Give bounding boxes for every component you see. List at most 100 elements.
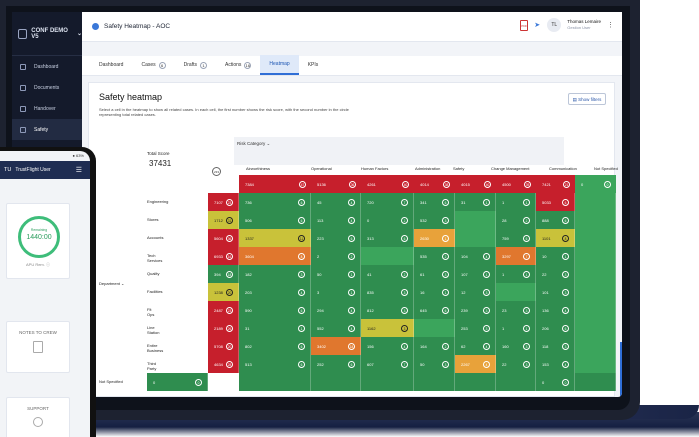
heatmap-cell[interactable]: 10 1	[536, 247, 575, 265]
row-header[interactable]: Facilities	[147, 289, 163, 294]
heatmap-cell[interactable]: 5708 20	[208, 337, 239, 355]
heatmap-cell[interactable]: 31	[311, 283, 361, 301]
tab-actions[interactable]: Actions 16	[216, 55, 260, 75]
column-header[interactable]: Administration	[415, 166, 440, 171]
heatmap-cell[interactable]: 736 6	[239, 193, 311, 211]
heatmap-cell[interactable]: 160 3	[496, 337, 536, 355]
heatmap-cell[interactable]: 31 1	[239, 319, 311, 337]
heatmap-cell[interactable]: 203 4	[239, 283, 311, 301]
heatmap-cell[interactable]: 136 4	[536, 301, 575, 319]
heatmap-cell[interactable]	[575, 283, 616, 301]
heatmap-cell[interactable]: 313 6	[361, 229, 414, 247]
brand[interactable]: CONF DEMO V5 ⌄	[12, 12, 82, 56]
column-header[interactable]: Safety	[453, 166, 464, 171]
row-header[interactable]: Flt Ops	[147, 307, 154, 317]
heatmap-cell[interactable]: 206 6	[536, 319, 575, 337]
heatmap-cell[interactable]: 5033 6	[536, 193, 575, 211]
column-total-cell[interactable]: 4500 39	[496, 175, 536, 193]
column-header[interactable]: Human Factors	[361, 166, 388, 171]
heatmap-cell[interactable]	[361, 373, 414, 391]
heatmap-cell[interactable]: 113 4	[311, 211, 361, 229]
heatmap-cell[interactable]: 182 3	[239, 265, 311, 283]
heatmap-cell[interactable]: 2487 23	[208, 301, 239, 319]
heatmap-cell[interactable]: 156 4	[361, 337, 414, 355]
heatmap-cell[interactable]: 3402 18	[311, 337, 361, 355]
heatmap-cell[interactable]	[575, 337, 616, 355]
row-header[interactable]: Tech Services	[147, 253, 162, 263]
heatmap-cell[interactable]: 3604 8	[239, 247, 311, 265]
heatmap-cell[interactable]: 61 3	[414, 265, 455, 283]
tab-kpis[interactable]: KPIs	[299, 55, 328, 75]
heatmap-cell[interactable]	[575, 319, 616, 337]
heatmap-cell[interactable]: 101 3	[536, 283, 575, 301]
heatmap-cell[interactable]: 239 3	[455, 301, 496, 319]
heatmap-cell[interactable]	[496, 373, 536, 391]
column-header[interactable]: Not Specified	[594, 166, 618, 171]
heatmap-cell[interactable]: 104 4	[455, 247, 496, 265]
sidebar-item-safety[interactable]: Safety	[12, 119, 82, 140]
heatmap-cell[interactable]: 22	[311, 247, 361, 265]
heatmap-cell[interactable]: 31 1	[455, 193, 496, 211]
row-header[interactable]: Third Party	[147, 361, 156, 371]
heatmap-cell[interactable]: 294 4	[311, 301, 361, 319]
tab-drafts[interactable]: Drafts 1	[175, 55, 216, 75]
heatmap-cell[interactable]	[496, 283, 536, 301]
heatmap-cell[interactable]: 02	[361, 211, 414, 229]
heatmap-cell[interactable]: 720 7	[361, 193, 414, 211]
sidebar-item-documents[interactable]: Documents	[12, 77, 82, 98]
heatmap-cell[interactable]: 16 1	[414, 283, 455, 301]
heatmap-cell[interactable]: 11	[496, 265, 536, 283]
heatmap-cell[interactable]	[575, 211, 616, 229]
heatmap-cell[interactable]: 252 6	[311, 355, 361, 373]
column-header[interactable]: Communication	[549, 166, 577, 171]
tab-dashboard[interactable]: Dashboard	[90, 55, 132, 75]
column-total-cell[interactable]: 00	[575, 175, 616, 193]
heatmap-cell[interactable]: 153 4	[536, 355, 575, 373]
heatmap-cell[interactable]	[575, 247, 616, 265]
heatmap-cell[interactable]: 1101 8	[536, 229, 575, 247]
heatmap-cell[interactable]: 835 3	[361, 283, 414, 301]
heatmap-cell[interactable]: 223 6	[311, 229, 361, 247]
row-header[interactable]: Line Station	[147, 325, 159, 335]
heatmap-cell[interactable]: 552 4	[311, 319, 361, 337]
heatmap-cell[interactable]: 7107 23	[208, 193, 239, 211]
heatmap-cell[interactable]: 50 3	[414, 355, 455, 373]
heatmap-cell[interactable]: 802 6	[239, 337, 311, 355]
column-total-cell[interactable]: 4014 38	[414, 175, 455, 193]
heatmap-cell[interactable]: 1162 3	[361, 319, 414, 337]
avatar[interactable]: TL	[547, 18, 562, 32]
heatmap-cell[interactable]	[414, 373, 455, 391]
heatmap-cell[interactable]	[455, 211, 496, 229]
heatmap-cell[interactable]	[575, 229, 616, 247]
heatmap-cell[interactable]: 532 3	[414, 211, 455, 229]
row-header[interactable]: Entire Business	[147, 343, 163, 353]
user-info[interactable]: Thomas Lemaire Gestion User	[567, 19, 601, 31]
heatmap-cell[interactable]: 888 6	[536, 211, 575, 229]
heatmap-cell[interactable]: 607 7	[361, 355, 414, 373]
heatmap-cell[interactable]: 11	[496, 193, 536, 211]
heatmap-cell[interactable]	[414, 319, 455, 337]
heatmap-cell[interactable]: 341 6	[414, 193, 455, 211]
heatmap-cell[interactable]: 5604 36	[208, 229, 239, 247]
heatmap-cell[interactable]: 164 2	[414, 337, 455, 355]
heatmap-cell[interactable]: 11	[496, 319, 536, 337]
heatmap-cell[interactable]: 00	[147, 373, 208, 391]
heatmap-cell[interactable]: 45 4	[311, 193, 361, 211]
column-header[interactable]: Change Management	[491, 166, 529, 171]
heatmap-cell[interactable]: 23 3	[496, 301, 536, 319]
heatmap-cell[interactable]	[575, 193, 616, 211]
heatmap-cell[interactable]: 12 3	[455, 283, 496, 301]
heatmap-cell[interactable]: 506 6	[239, 211, 311, 229]
heatmap-cell[interactable]: 62 4	[455, 337, 496, 355]
column-total-cell[interactable]: 4015 40	[455, 175, 496, 193]
more-options-icon[interactable]: ⋮	[607, 21, 614, 29]
heatmap-cell[interactable]: 2267 4	[455, 355, 496, 373]
row-header[interactable]: Engineering	[147, 199, 168, 204]
column-total-cell[interactable]: 5136 36	[311, 175, 361, 193]
heatmap-cell[interactable]	[575, 373, 616, 391]
heatmap-cell[interactable]: 2189 26	[208, 319, 239, 337]
heatmap-cell[interactable]: 28 2	[496, 211, 536, 229]
pdf-export-icon[interactable]: PDF	[520, 19, 529, 31]
column-header[interactable]: Operational	[311, 166, 332, 171]
heatmap-cell[interactable]	[575, 265, 616, 283]
